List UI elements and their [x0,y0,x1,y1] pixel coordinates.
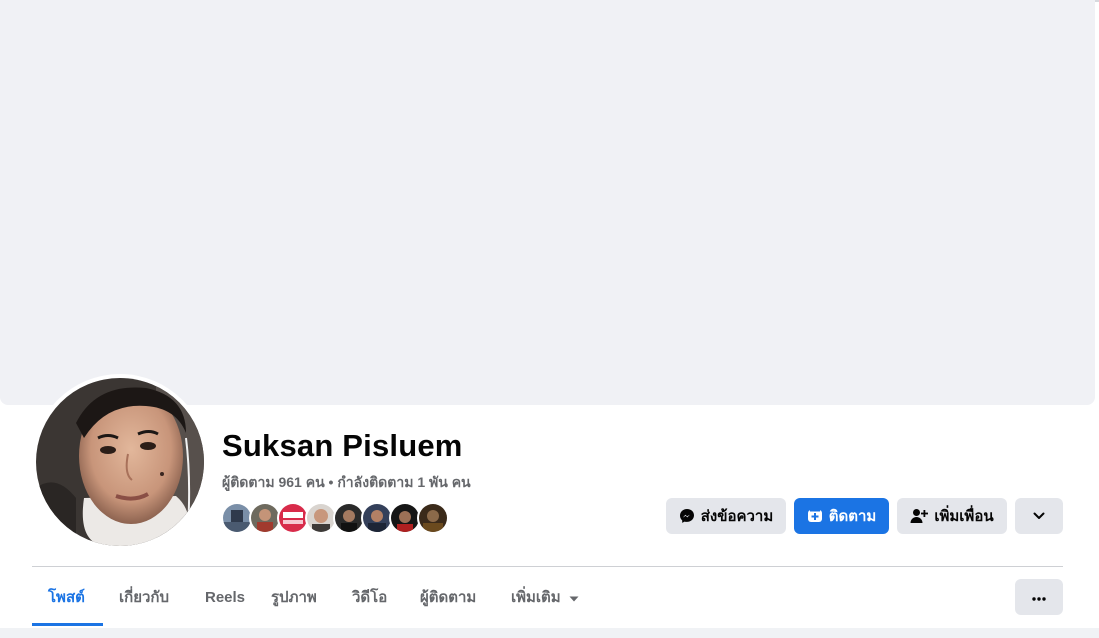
tab-videos-label: วิดีโอ [352,589,388,606]
message-button-label: ส่งข้อความ [700,508,774,525]
tab-posts[interactable]: โพสต์ [48,578,85,616]
follow-icon [807,508,823,524]
profile-dropdown-button[interactable] [1015,498,1063,534]
add-friend-icon [910,508,929,524]
tab-reels[interactable]: Reels [205,578,245,616]
cover-photo[interactable] [0,0,1095,405]
avatar-image [36,378,204,546]
tab-reels-label: Reels [205,588,246,606]
tab-videos[interactable]: วิดีโอ [352,578,387,616]
tab-followers[interactable]: ผู้ติดตาม [420,578,476,616]
messenger-icon [679,508,695,524]
friend-avatars [221,502,461,534]
profile-avatar[interactable] [36,378,204,546]
tab-about[interactable]: เกี่ยวกับ [119,578,169,616]
follower-stats[interactable]: ผู้ติดตาม 961 คน • กำลังติดตาม 1 พัน คน [222,472,471,494]
tab-photos-label: รูปภาพ [271,589,317,606]
header-divider [32,566,1063,567]
tab-followers-label: ผู้ติดตาม [420,589,477,606]
page-background-strip [0,628,1099,638]
caret-down-icon [569,589,579,606]
tab-more-label: เพิ่มเติม [511,589,561,606]
more-dots-icon [1032,588,1046,606]
add-friend-button-label: เพิ่มเพื่อน [934,508,994,525]
chevron-down-icon [1033,512,1045,520]
tab-more[interactable]: เพิ่มเติม [511,578,579,616]
tab-posts-label: โพสต์ [48,589,85,606]
profile-name: Suksan Pisluem [222,428,463,463]
tab-about-label: เกี่ยวกับ [119,589,170,606]
friend-avatar[interactable] [417,502,449,534]
tab-photos[interactable]: รูปภาพ [271,578,317,616]
message-button[interactable]: ส่งข้อความ [666,498,786,534]
active-tab-indicator [32,623,103,626]
more-options-button[interactable] [1015,579,1063,615]
add-friend-button[interactable]: เพิ่มเพื่อน [897,498,1007,534]
follow-button-label: ติดตาม [828,508,877,525]
follow-button[interactable]: ติดตาม [794,498,889,534]
